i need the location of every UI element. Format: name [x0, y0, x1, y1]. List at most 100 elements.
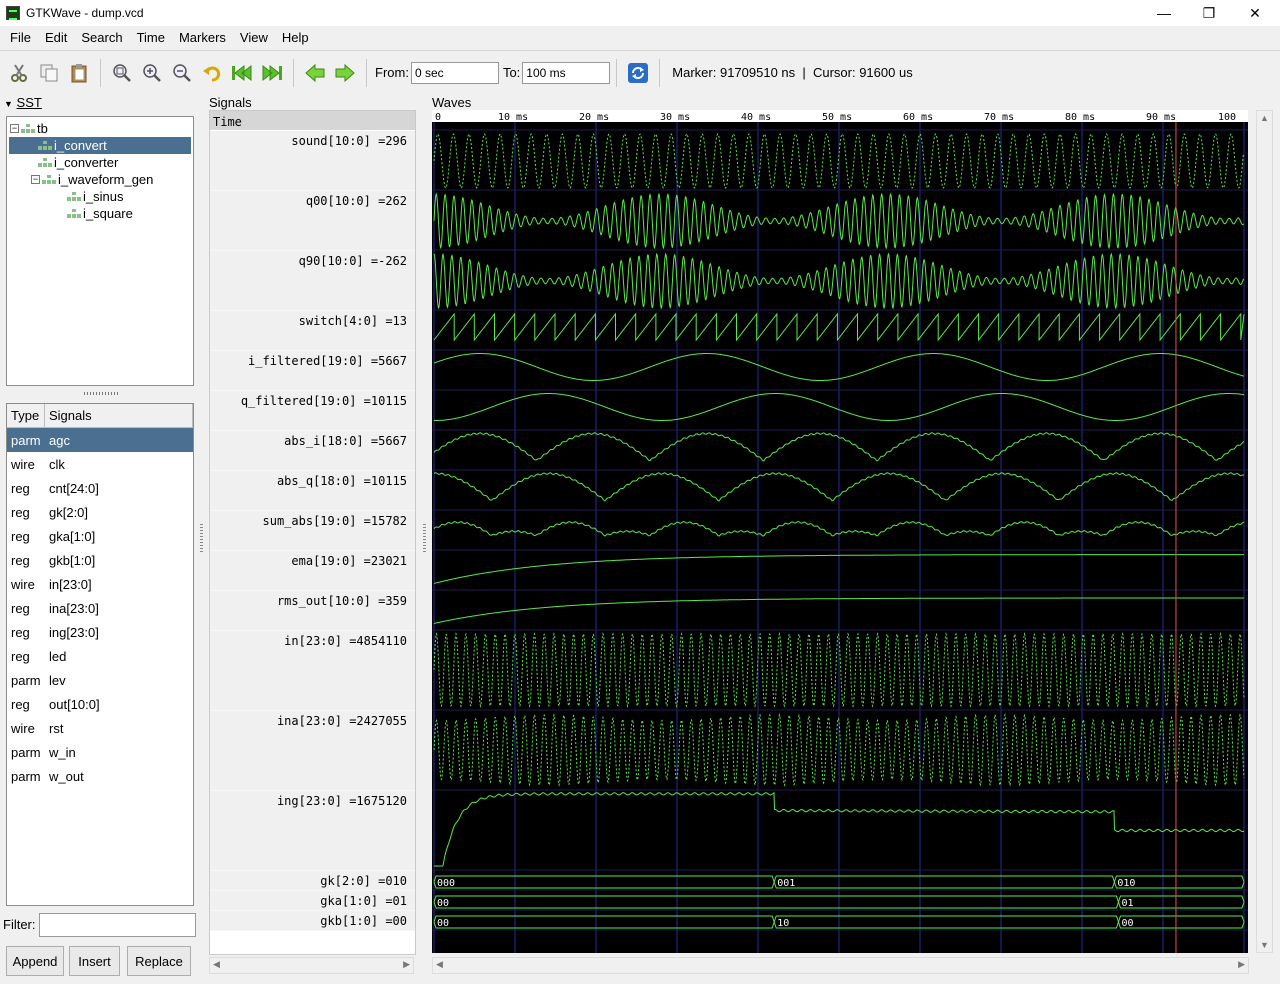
signal-pane-row[interactable]: abs_q[18:0] =10115 — [210, 471, 415, 511]
signal-pane-row[interactable]: ing[23:0] =1675120 — [210, 791, 415, 871]
signal-type: reg — [11, 552, 30, 568]
signal-pane-row[interactable]: gk[2:0] =010 — [210, 871, 415, 891]
tree-item-tb[interactable]: − tb — [10, 120, 48, 137]
signal-pane-row[interactable]: ina[23:0] =2427055 — [210, 711, 415, 791]
signal-pane-row[interactable]: abs_i[18:0] =5667 — [210, 431, 415, 471]
waveform-plot[interactable]: 0 10 ms 20 ms 30 ms 40 ms 50 ms 60 ms 70 ms 80 m… — [432, 110, 1248, 953]
menu-time[interactable]: Time — [130, 30, 172, 45]
signal-pane-row[interactable]: gka[1:0] =01 — [210, 891, 415, 911]
signal-pane-row[interactable]: q90[10:0] =-262 — [210, 251, 415, 311]
signal-list-row[interactable]: wire in[23:0] — [7, 572, 193, 596]
insert-button[interactable]: Insert — [69, 946, 120, 976]
scroll-left-icon[interactable]: ◀ — [213, 959, 220, 970]
menu-view[interactable]: View — [233, 30, 275, 45]
waves-horizontal-scrollbar[interactable]: ◀ ▶ — [432, 957, 1249, 974]
signal-list-row[interactable]: parm agc — [7, 428, 193, 452]
previous-icon[interactable] — [300, 58, 330, 88]
sst-header[interactable]: ▼ SST — [4, 95, 42, 110]
signal-list-row[interactable]: reg led — [7, 644, 193, 668]
cut-icon[interactable] — [4, 58, 34, 88]
scroll-right-icon[interactable]: ▶ — [403, 959, 410, 970]
collapse-icon[interactable]: − — [10, 124, 19, 133]
scroll-up-icon[interactable]: ▲ — [1260, 113, 1269, 123]
tree-item-label: i_convert — [54, 138, 107, 153]
signal-list-row[interactable]: wire clk — [7, 452, 193, 476]
scroll-right-icon[interactable]: ▶ — [1238, 959, 1245, 970]
pane-grip-right[interactable] — [423, 522, 426, 552]
undo-icon[interactable] — [197, 58, 227, 88]
scroll-left-icon[interactable]: ◀ — [436, 959, 443, 970]
paste-icon[interactable] — [64, 58, 94, 88]
tree-item-i-convert[interactable]: i_convert — [9, 137, 191, 154]
from-label: From: — [375, 65, 409, 80]
signal-list-row[interactable]: reg gka[1:0] — [7, 524, 193, 548]
signal-list-row[interactable]: reg gk[2:0] — [7, 500, 193, 524]
signal-pane-row[interactable]: sum_abs[19:0] =15782 — [210, 511, 415, 551]
signal-name: ing[23:0] — [49, 624, 99, 640]
signal-list-row[interactable]: reg ing[23:0] — [7, 620, 193, 644]
bus-gka-value: 00 — [437, 898, 449, 909]
tree-item-i-converter[interactable]: i_converter — [36, 154, 118, 171]
signal-pane-row[interactable]: ema[19:0] =23021 — [210, 551, 415, 591]
tree-item-i-sinus[interactable]: i_sinus — [65, 188, 123, 205]
zoom-fit-icon[interactable] — [107, 58, 137, 88]
bus-gkb-segment — [773, 915, 1119, 929]
filter-input[interactable] — [39, 913, 196, 937]
signal-pane-row[interactable]: i_filtered[19:0] =5667 — [210, 351, 415, 391]
signals-horizontal-scrollbar[interactable]: ◀ ▶ — [209, 957, 414, 974]
signal-type: wire — [11, 456, 35, 472]
time-tick-label: 100 — [1218, 112, 1236, 123]
go-to-end-icon[interactable] — [257, 58, 287, 88]
signal-pane-row[interactable]: sound[10:0] =296 — [210, 131, 415, 191]
menu-edit[interactable]: Edit — [38, 30, 74, 45]
column-header-signals[interactable]: Signals — [45, 404, 193, 427]
zoom-in-icon[interactable] — [137, 58, 167, 88]
reload-icon[interactable] — [623, 58, 653, 88]
restore-button[interactable]: ❐ — [1186, 0, 1232, 26]
signal-pane-row[interactable]: switch[4:0] =13 — [210, 311, 415, 351]
signal-list-row[interactable]: reg gkb[1:0] — [7, 548, 193, 572]
signal-pane-row[interactable]: in[23:0] =4854110 — [210, 631, 415, 711]
to-input[interactable]: 100 ms — [522, 61, 611, 84]
waveform-canvas[interactable]: 0 10 ms 20 ms 30 ms 40 ms 50 ms 60 ms 70 ms 80 m… — [432, 110, 1248, 953]
signal-pane-row[interactable]: gkb[1:0] =00 — [210, 911, 415, 931]
signal-pane-row[interactable]: q_filtered[19:0] =10115 — [210, 391, 415, 431]
signal-list-row[interactable]: parm w_in — [7, 740, 193, 764]
signal-list-row[interactable]: reg out[10:0] — [7, 692, 193, 716]
signal-name: rst — [49, 720, 64, 736]
bus-gka-segment — [1117, 895, 1245, 909]
signal-pane-row[interactable]: rms_out[10:0] =359 — [210, 591, 415, 631]
tree-item-i-square[interactable]: i_square — [65, 205, 133, 222]
signal-list-row[interactable]: parm w_out — [7, 764, 193, 788]
menu-help[interactable]: Help — [275, 30, 316, 45]
time-tick-label: 10 ms — [498, 112, 528, 123]
menu-markers[interactable]: Markers — [172, 30, 233, 45]
signal-list-row[interactable]: wire rst — [7, 716, 193, 740]
from-input[interactable]: 0 sec — [410, 61, 499, 84]
column-header-type[interactable]: Type — [7, 404, 45, 427]
bus-gk-value: 000 — [437, 878, 455, 889]
signal-type: reg — [11, 600, 30, 616]
time-tick-label: 80 ms — [1065, 112, 1095, 123]
menu-file[interactable]: File — [0, 30, 38, 45]
menu-search[interactable]: Search — [74, 30, 129, 45]
go-to-start-icon[interactable] — [227, 58, 257, 88]
signal-list-row[interactable]: reg ina[23:0] — [7, 596, 193, 620]
waves-vertical-scrollbar[interactable]: ▲ ▼ — [1256, 110, 1273, 953]
replace-button[interactable]: Replace — [127, 946, 191, 976]
pane-splitter-handle[interactable] — [84, 392, 118, 395]
collapse-icon[interactable]: − — [31, 175, 40, 184]
minimize-button[interactable]: — — [1141, 0, 1187, 26]
tree-item-i-waveform-gen[interactable]: − i_waveform_gen — [31, 171, 153, 188]
signal-list-row[interactable]: reg cnt[24:0] — [7, 476, 193, 500]
append-button[interactable]: Append — [6, 946, 64, 976]
scroll-down-icon[interactable]: ▼ — [1260, 940, 1269, 950]
copy-icon[interactable] — [34, 58, 64, 88]
signal-list-row[interactable]: parm lev — [7, 668, 193, 692]
pane-grip-left[interactable] — [200, 522, 203, 552]
window-title: GTKWave - dump.vcd — [26, 6, 144, 20]
next-icon[interactable] — [330, 58, 360, 88]
zoom-out-icon[interactable] — [167, 58, 197, 88]
signal-pane-row[interactable]: q00[10:0] =262 — [210, 191, 415, 251]
close-button[interactable]: ✕ — [1232, 0, 1278, 26]
